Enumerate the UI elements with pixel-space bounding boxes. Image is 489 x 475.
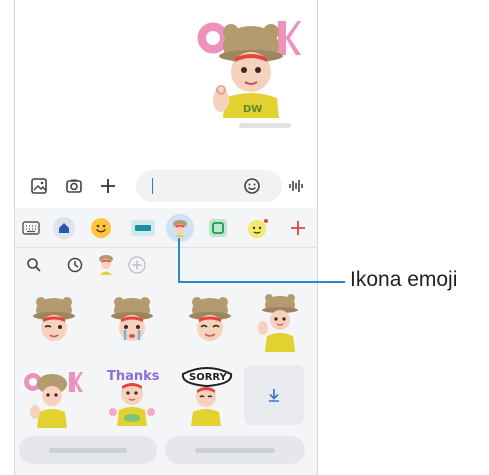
avatar-ok-sticker[interactable] (21, 366, 83, 428)
panel-tab-bar (15, 208, 317, 248)
tab-ar-emoji[interactable] (166, 214, 194, 242)
bottom-button-right-label (195, 448, 275, 453)
tab-keyboard[interactable] (19, 216, 43, 240)
avatar-smile-sticker[interactable] (179, 290, 241, 352)
waveform-icon[interactable] (285, 175, 307, 197)
tab-bitmoji[interactable] (246, 216, 270, 240)
emoji-icon (91, 218, 111, 238)
callout-line-vertical (178, 238, 180, 282)
phone-screen: DW Thanks SORRY (14, 0, 318, 475)
avatar-wink-sticker[interactable] (23, 290, 85, 352)
sticker-icon (209, 219, 227, 237)
bottom-button-left[interactable] (19, 436, 157, 464)
text-caret (152, 178, 153, 194)
bitmoji-icon (248, 219, 268, 238)
plus-icon (291, 221, 305, 235)
tab-add-more[interactable] (286, 216, 310, 240)
ar-emoji-icon (173, 220, 187, 237)
message-input-bar (15, 168, 317, 204)
image-icon[interactable] (28, 175, 50, 197)
callout-line-horizontal (178, 281, 345, 283)
download-more-button[interactable] (244, 365, 304, 425)
received-sticker[interactable]: DW (191, 12, 303, 118)
thanks-text: Thanks (107, 369, 160, 384)
tab-emoji[interactable] (89, 216, 113, 240)
gif-icon (131, 220, 155, 236)
home-icon (53, 217, 75, 239)
tab-gif[interactable] (129, 216, 157, 240)
sorry-text: SORRY (189, 372, 228, 383)
avatar-wave-sticker[interactable] (249, 290, 311, 352)
avatar-sorry-sticker[interactable]: SORRY (175, 364, 237, 426)
tab-sticker[interactable] (206, 216, 230, 240)
add-attachment-button[interactable] (97, 175, 119, 197)
avatar-icon[interactable] (95, 253, 117, 275)
message-time (239, 123, 291, 128)
search-icon[interactable] (23, 254, 45, 276)
avatar-cry-sticker[interactable] (101, 290, 163, 352)
callout-label: Ikona emoji (350, 268, 458, 291)
tab-home[interactable] (52, 216, 76, 240)
svg-text:DW: DW (243, 104, 262, 115)
clock-icon[interactable] (64, 254, 86, 276)
plus-icon (101, 179, 115, 193)
bottom-button-left-label (49, 448, 127, 453)
ar-emoji-subbar (15, 248, 317, 282)
keyboard-icon (22, 221, 40, 235)
download-icon (269, 389, 279, 402)
plus-circle-icon[interactable] (126, 254, 148, 276)
avatar-thanks-sticker[interactable]: Thanks (101, 364, 163, 426)
bottom-button-right[interactable] (165, 436, 305, 464)
emoji-panel: Thanks SORRY (15, 208, 317, 475)
smiley-icon[interactable] (241, 175, 263, 197)
camera-icon[interactable] (63, 175, 85, 197)
